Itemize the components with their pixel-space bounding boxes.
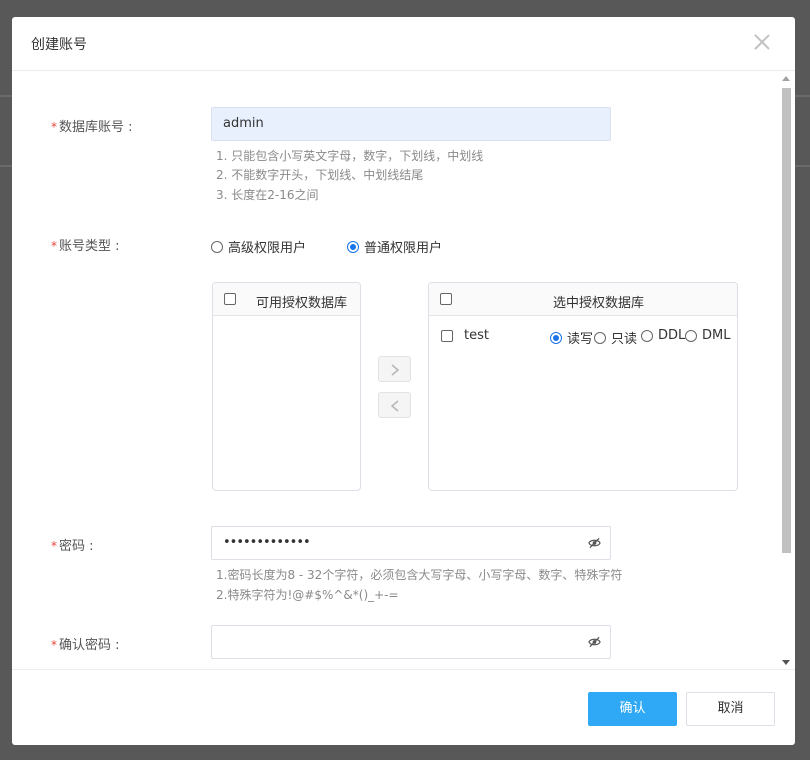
available-db-select-all-checkbox[interactable] <box>224 293 236 305</box>
perm-label: 读写 <box>567 332 594 347</box>
password-hint-1: 1.密码长度为8 - 32个字符，必须包含大写字母、小写字母、数字、特殊字符 <box>216 568 623 582</box>
selected-db-select-all-checkbox[interactable] <box>440 293 452 305</box>
confirm-password-label: * 确认密码 : <box>51 634 120 653</box>
password-label-text: 密码 : <box>59 539 94 554</box>
confirm-password-input[interactable] <box>211 625 611 659</box>
dialog-title: 创建账号 <box>31 37 87 53</box>
radio-circle <box>211 240 223 253</box>
selected-db-panel: 选中授权数据库 test 读写 只读 DDL DML <box>428 282 738 491</box>
scroll-up-arrow-icon[interactable] <box>782 76 790 81</box>
db-item-checkbox[interactable] <box>441 330 453 342</box>
eye-slash-icon[interactable] <box>588 636 601 648</box>
scroll-down-arrow-icon[interactable] <box>782 660 790 665</box>
available-db-title: 可用授权数据库 <box>256 296 348 311</box>
account-type-label-text: 账号类型 : <box>59 239 120 254</box>
radio-label: 高级权限用户 <box>228 241 307 256</box>
eye-slash-icon[interactable] <box>588 537 601 549</box>
selected-db-panel-header: 选中授权数据库 <box>429 283 737 316</box>
available-db-panel-header: 可用授权数据库 <box>213 283 360 316</box>
required-mark: * <box>51 120 57 134</box>
required-mark: * <box>51 539 57 553</box>
radio-circle-selected <box>347 240 359 253</box>
available-db-panel: 可用授权数据库 <box>212 282 361 491</box>
db-account-label: * 数据库账号 : <box>51 116 133 135</box>
move-left-button[interactable] <box>378 392 411 418</box>
password-input[interactable]: ••••••••••••• <box>211 526 611 560</box>
scroll-thumb[interactable] <box>782 88 791 553</box>
move-right-button[interactable] <box>378 356 411 382</box>
password-hint-2: 2.特殊字符为!@#$%^&*()_+-= <box>216 588 399 602</box>
radio-circle <box>641 329 653 342</box>
account-type-label: * 账号类型 : <box>51 235 120 254</box>
radio-label: 普通权限用户 <box>364 241 443 256</box>
perm-dml-radio[interactable]: DML <box>685 328 730 343</box>
perm-read-write-radio[interactable]: 读写 <box>550 328 593 347</box>
selected-db-item: test 读写 只读 DDL DML <box>429 327 737 347</box>
perm-read-only-radio[interactable]: 只读 <box>594 328 637 347</box>
db-item-name: test <box>464 328 489 343</box>
perm-ddl-radio[interactable]: DDL <box>641 328 685 343</box>
db-account-label-text: 数据库账号 : <box>59 120 133 135</box>
chevron-right-icon <box>391 364 400 376</box>
required-mark: * <box>51 638 57 652</box>
radio-circle <box>685 329 697 342</box>
confirm-button[interactable]: 确认 <box>588 692 677 726</box>
dialog-footer: 确认 取消 <box>12 669 795 745</box>
dialog-scrollbar[interactable] <box>779 72 793 669</box>
selected-db-title: 选中授权数据库 <box>553 296 645 311</box>
db-account-hint-2: 2. 不能数字开头，下划线、中划线结尾 <box>216 168 424 182</box>
radio-advanced-user[interactable]: 高级权限用户 <box>211 237 306 256</box>
required-mark: * <box>51 239 57 253</box>
cancel-button[interactable]: 取消 <box>686 692 775 726</box>
radio-normal-user[interactable]: 普通权限用户 <box>347 237 442 256</box>
password-value: ••••••••••••• <box>223 535 311 550</box>
password-label: * 密码 : <box>51 535 94 554</box>
close-icon[interactable] <box>751 31 773 53</box>
create-account-dialog: 创建账号 * 数据库账号 : admin 1. 只能包含小写英文字母，数字，下划线… <box>12 17 795 745</box>
perm-label: 只读 <box>611 332 638 347</box>
confirm-password-label-text: 确认密码 : <box>59 638 120 653</box>
perm-label: DML <box>702 328 731 343</box>
perm-label: DDL <box>658 328 686 343</box>
db-account-input[interactable]: admin <box>211 107 611 141</box>
db-account-hint-1: 1. 只能包含小写英文字母，数字，下划线，中划线 <box>216 149 484 163</box>
radio-circle-selected <box>550 331 562 344</box>
chevron-left-icon <box>390 400 399 412</box>
dialog-header: 创建账号 <box>12 17 795 71</box>
db-account-hint-3: 3. 长度在2-16之间 <box>216 188 319 202</box>
dialog-body: * 数据库账号 : admin 1. 只能包含小写英文字母，数字，下划线，中划线 … <box>12 72 795 669</box>
radio-circle <box>594 331 606 344</box>
